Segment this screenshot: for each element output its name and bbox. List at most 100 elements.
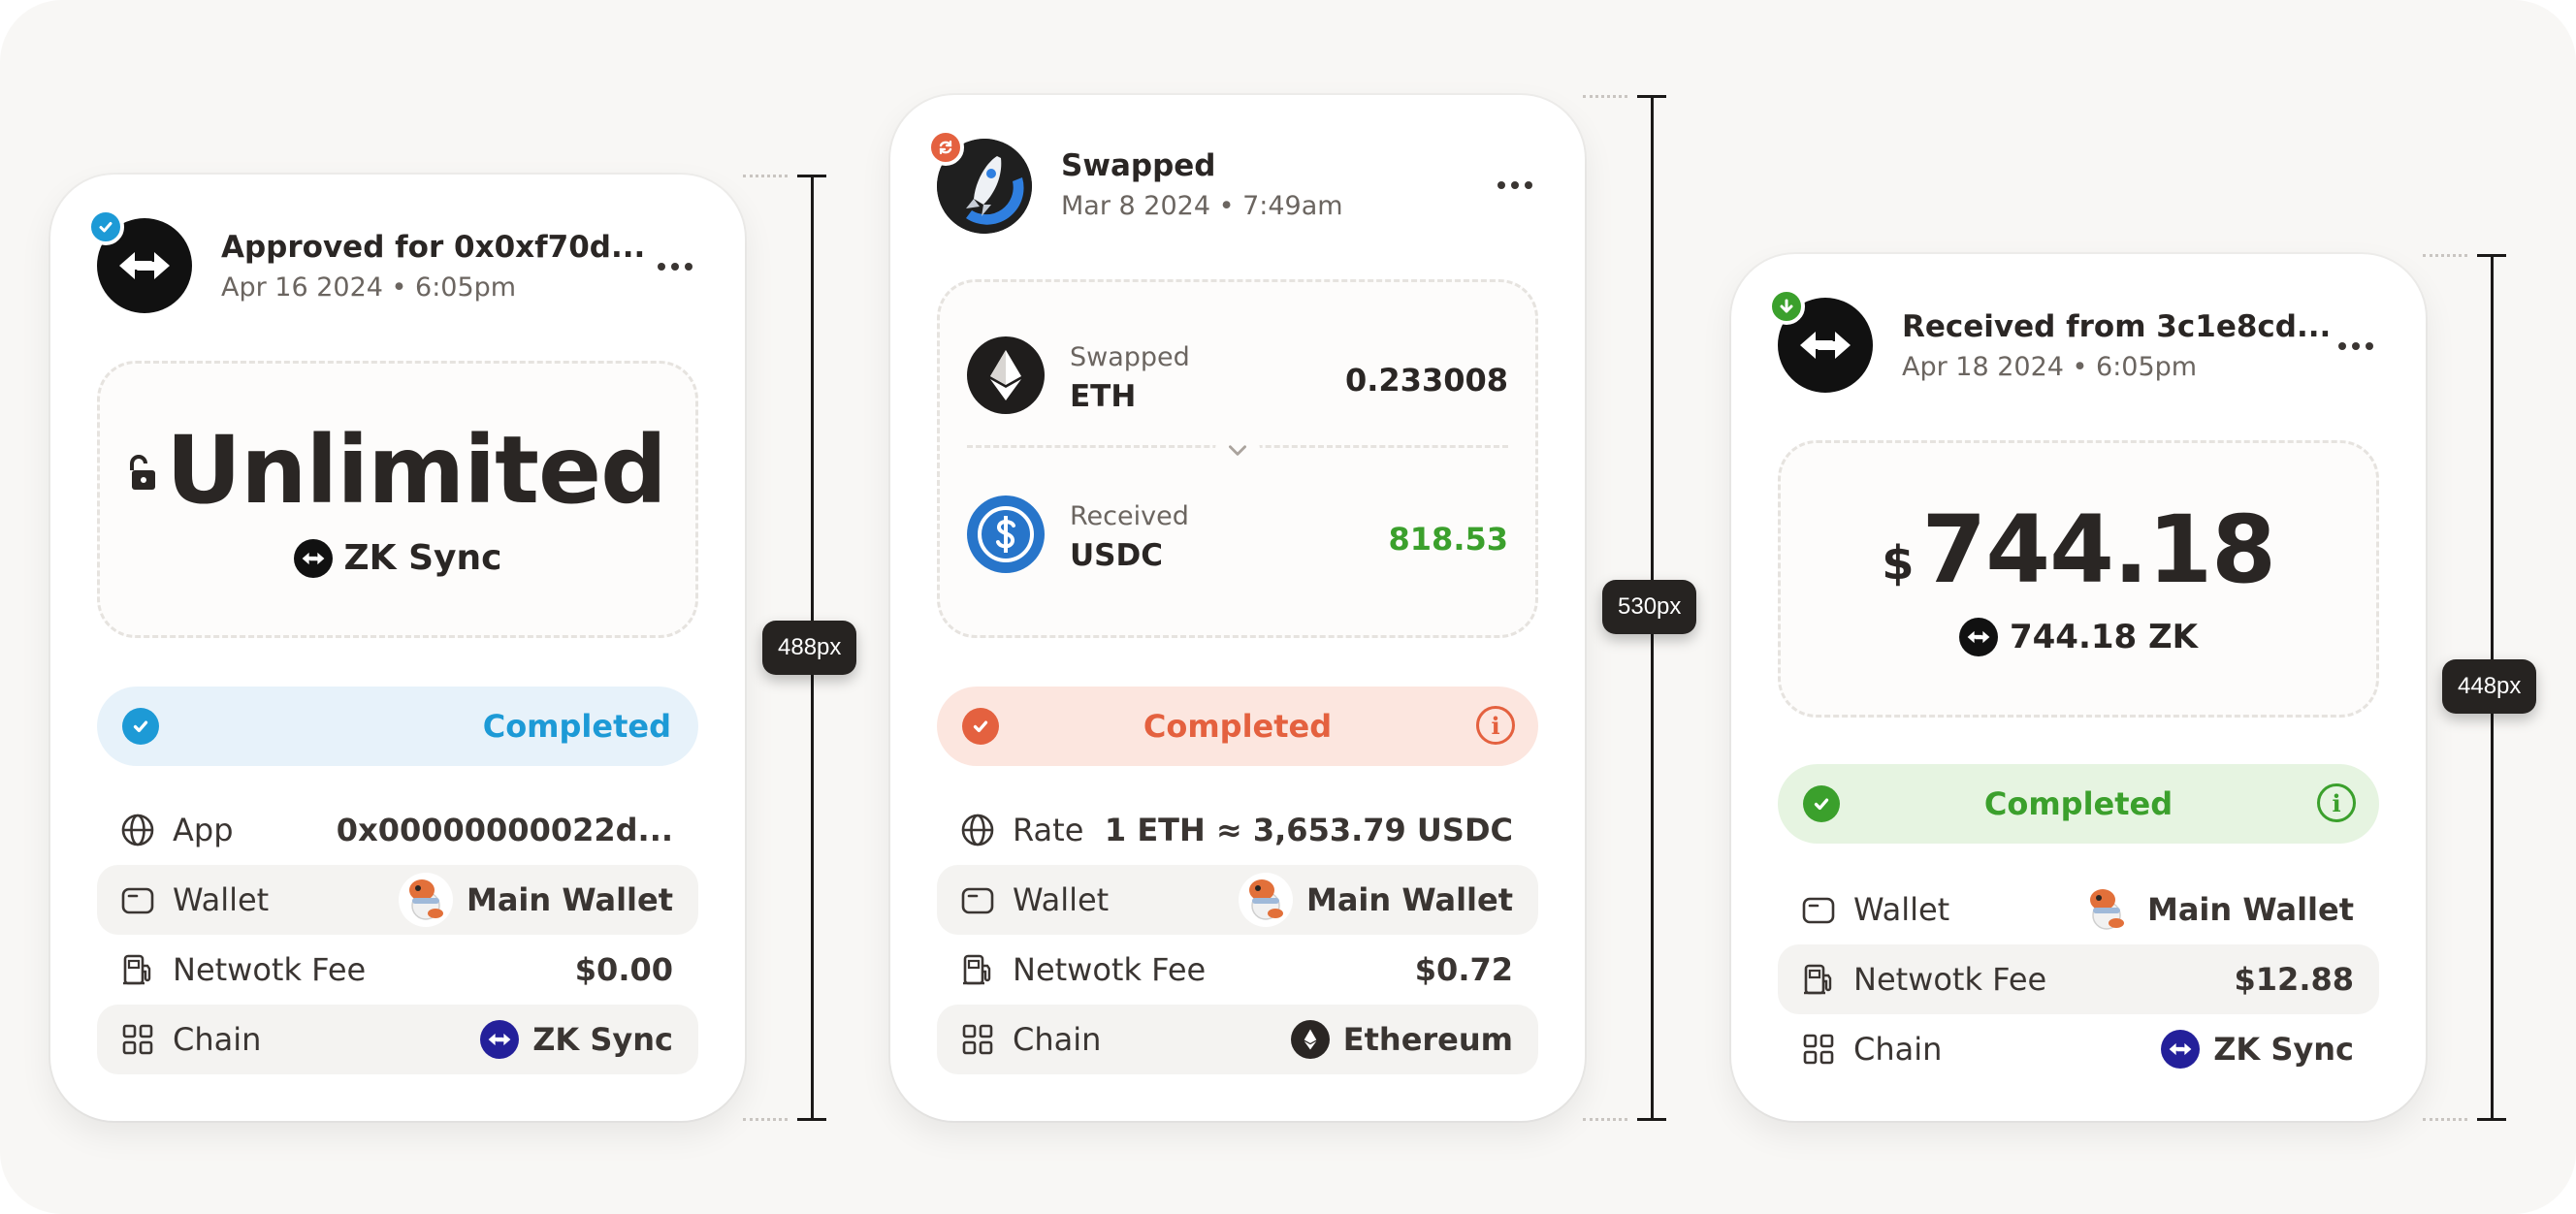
globe-icon xyxy=(958,811,997,849)
card-title: Approved for 0x0xf70d... xyxy=(221,230,646,265)
dino-avatar-icon xyxy=(1238,873,1293,927)
card-date: Apr 16 2024 • 6:05pm xyxy=(221,272,517,303)
height-label-1: 488px xyxy=(762,621,857,675)
amount-sub-row: ZK Sync xyxy=(100,538,695,578)
status-badge: Completed xyxy=(97,687,698,766)
detail-row-fee: Netwotk Fee $0.72 xyxy=(937,935,1538,1005)
status-label: Completed xyxy=(1983,785,2174,822)
amount-sub: 744.18 ZK xyxy=(2009,618,2199,656)
detail-value: $0.00 xyxy=(574,951,673,988)
detail-row-fee: Netwotk Fee $12.88 xyxy=(1778,944,2379,1014)
swap-card: Swapped Mar 8 2024 • 7:49am Swapped ETH … xyxy=(890,95,1585,1121)
amount-panel: Unlimited ZK Sync xyxy=(97,361,698,638)
detail-row-chain: Chain ZK Sync xyxy=(97,1005,698,1074)
detail-value-chain[interactable]: ZK Sync xyxy=(480,1020,673,1059)
detail-value-wallet[interactable]: Main Wallet xyxy=(2078,882,2354,937)
card-header: Approved for 0x0xf70d... Apr 16 2024 • 6… xyxy=(87,208,702,315)
amount-main: 744.18 xyxy=(1921,495,2275,604)
approval-card: Approved for 0x0xf70d... Apr 16 2024 • 6… xyxy=(50,175,745,1121)
detail-value[interactable]: 0x00000000022d... xyxy=(337,812,673,848)
card-date: Mar 8 2024 • 7:49am xyxy=(1061,191,1343,221)
chain-name: Ethereum xyxy=(1342,1021,1513,1058)
swap-to-amount: 818.53 xyxy=(1388,521,1508,558)
eth-icon xyxy=(967,336,1045,414)
globe-icon xyxy=(118,811,157,849)
detail-label: Rate xyxy=(1013,812,1084,848)
amount-sub: ZK Sync xyxy=(343,538,502,578)
more-options-icon[interactable] xyxy=(2329,327,2383,366)
usdc-icon xyxy=(967,495,1045,573)
swap-from-label: Swapped xyxy=(1070,342,1190,372)
wallet-name: Main Wallet xyxy=(466,881,673,918)
check-circle-icon xyxy=(122,708,159,745)
chain-name: ZK Sync xyxy=(2213,1031,2354,1068)
chain-name: ZK Sync xyxy=(532,1021,673,1058)
details-list: App 0x00000000022d... Wallet Main Wallet xyxy=(97,795,698,1074)
detail-value: $12.88 xyxy=(2234,961,2354,998)
card-header: Received from 3c1e8cd... Apr 18 2024 • 6… xyxy=(1768,288,2383,395)
details-list: Wallet Main Wallet Netwotk Fee $12.88 Ch… xyxy=(1778,875,2379,1084)
more-options-icon[interactable] xyxy=(648,247,702,286)
detail-label: Chain xyxy=(1853,1031,1943,1068)
wallet-name: Main Wallet xyxy=(1305,881,1513,918)
zksync-icon xyxy=(1958,618,1998,656)
wallet-icon xyxy=(958,880,997,919)
detail-label: Wallet xyxy=(1853,891,1950,928)
detail-row-rate: Rate 1 ETH ≈ 3,653.79 USDC xyxy=(937,795,1538,865)
detail-row-chain: Chain Ethereum xyxy=(937,1005,1538,1074)
zksync-icon xyxy=(293,538,333,578)
canvas-background: Approved for 0x0xf70d... Apr 16 2024 • 6… xyxy=(0,0,2576,1214)
detail-label: App xyxy=(173,812,234,848)
wallet-icon xyxy=(1799,890,1838,929)
fuel-pump-icon xyxy=(118,950,157,989)
chain-icon xyxy=(1799,1030,1838,1069)
wallet-name: Main Wallet xyxy=(2146,891,2354,928)
amount-sub-row: 744.18 ZK xyxy=(1781,618,2376,656)
chain-icon xyxy=(958,1020,997,1059)
rate-prefix: 1 ETH ≈ xyxy=(1104,812,1253,848)
zksync-logo-icon xyxy=(1800,332,1851,359)
check-badge-icon xyxy=(87,208,124,245)
detail-row-wallet: Wallet Main Wallet xyxy=(97,865,698,935)
detail-label: Wallet xyxy=(1013,881,1110,918)
detail-row-wallet: Wallet Main Wallet xyxy=(1778,875,2379,944)
eth-chain-icon xyxy=(1290,1020,1330,1059)
check-circle-icon xyxy=(962,708,999,745)
swap-badge-icon xyxy=(927,129,964,166)
detail-value-chain[interactable]: Ethereum xyxy=(1290,1020,1513,1059)
status-badge: Completed i xyxy=(937,687,1538,766)
detail-value-wallet[interactable]: Main Wallet xyxy=(398,873,673,927)
detail-row-app: App 0x00000000022d... xyxy=(97,795,698,865)
card-date: Apr 18 2024 • 6:05pm xyxy=(1902,352,2198,382)
currency-symbol: $ xyxy=(1882,536,1915,591)
info-icon[interactable]: i xyxy=(1476,706,1515,745)
detail-value-chain[interactable]: ZK Sync xyxy=(2161,1030,2354,1069)
details-list: Rate 1 ETH ≈ 3,653.79 USDC Wallet Main W… xyxy=(937,795,1538,1074)
detail-label: Chain xyxy=(1013,1021,1102,1058)
zksync-logo-icon xyxy=(119,252,170,279)
detail-value-wallet[interactable]: Main Wallet xyxy=(1238,873,1513,927)
chain-icon xyxy=(118,1020,157,1059)
zksync-icon xyxy=(480,1020,520,1059)
amount-panel: $ 744.18 744.18 ZK xyxy=(1778,440,2379,718)
wallet-icon xyxy=(118,880,157,919)
info-icon[interactable]: i xyxy=(2317,783,2356,822)
download-badge-icon xyxy=(1768,288,1805,325)
dino-avatar-icon xyxy=(398,873,453,927)
detail-value: $0.72 xyxy=(1414,951,1513,988)
fuel-pump-icon xyxy=(1799,960,1838,999)
detail-label: Netwotk Fee xyxy=(173,951,367,988)
status-badge: Completed i xyxy=(1778,764,2379,844)
amount-row: $ 744.18 xyxy=(1781,501,2376,598)
more-options-icon[interactable] xyxy=(1488,166,1542,205)
detail-row-wallet: Wallet Main Wallet xyxy=(937,865,1538,935)
detail-row-chain: Chain ZK Sync xyxy=(1778,1014,2379,1084)
unlock-icon xyxy=(130,455,156,490)
swap-from-symbol: ETH xyxy=(1070,379,1137,414)
detail-label: Netwotk Fee xyxy=(1853,961,2047,998)
status-label: Completed xyxy=(1143,708,1333,745)
height-label-2: 530px xyxy=(1602,580,1697,634)
dino-avatar-icon xyxy=(2078,882,2134,937)
card-title: Received from 3c1e8cd... xyxy=(1902,309,2332,344)
swap-panel: Swapped ETH 0.233008 Received USDC 818.5… xyxy=(937,279,1538,638)
